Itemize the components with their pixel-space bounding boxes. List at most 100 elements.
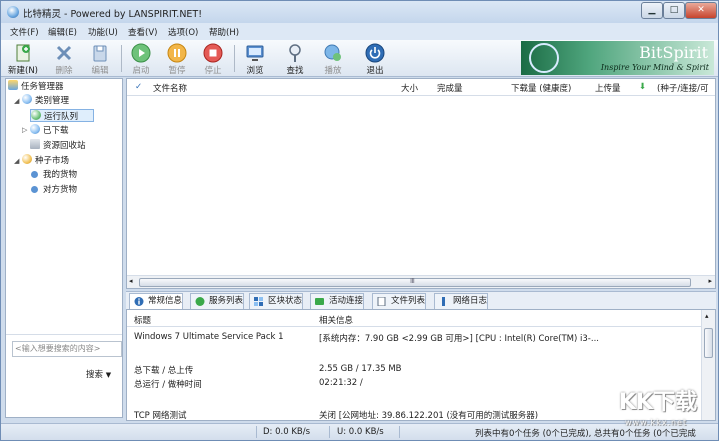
title-bar[interactable]: 比特精灵 - Powered by LANSPIRIT.NET! ▁ □ ✕	[1, 1, 718, 23]
task-list[interactable]: ✓ 文件名称 大小 完成量 下载量 (健康度) 上传量 ⬇ (种子/连接/可 ◂…	[126, 78, 716, 289]
play-icon	[323, 43, 343, 63]
tab-server-list[interactable]: 服务列表	[190, 293, 245, 309]
scroll-left-icon[interactable]: ◂	[129, 277, 133, 285]
bitspirit-logo-icon	[529, 43, 559, 73]
category-icon	[22, 94, 32, 104]
menu-help[interactable]: 帮助(H)	[209, 26, 239, 38]
info-header-title: 标题	[134, 316, 152, 326]
tree-item-task-manager[interactable]: 任务管理器	[8, 80, 64, 93]
column-file-name[interactable]: 文件名称	[153, 82, 187, 94]
scrollbar-thumb[interactable]: Ⅲ	[139, 277, 691, 287]
tab-active-connections[interactable]: 活动连接	[310, 293, 365, 309]
tree-item-my-goods[interactable]: 我的货物	[30, 169, 77, 182]
my-goods-icon	[31, 171, 38, 178]
info-row: Windows 7 Ultimate Service Pack 1 [系统内存：7…	[134, 332, 599, 344]
tree-item-torrent-market[interactable]: ◢ 种子市场	[14, 154, 69, 167]
exit-icon	[365, 43, 385, 63]
menu-options[interactable]: 选项(O)	[168, 26, 198, 38]
column-completed[interactable]: 完成量	[437, 82, 463, 94]
delete-icon	[54, 43, 74, 63]
file-list-icon	[377, 297, 386, 306]
start-button[interactable]: 启动	[124, 41, 158, 76]
info-header-related: 相关信息	[319, 316, 354, 326]
pause-icon	[167, 43, 187, 63]
new-button[interactable]: 新建(N)	[6, 41, 40, 76]
new-icon	[13, 43, 33, 63]
search-button[interactable]: 搜索 ▼	[86, 368, 111, 380]
tab-block-status[interactable]: 区块状态	[249, 293, 304, 309]
menu-edit[interactable]: 编辑(E)	[48, 26, 77, 38]
scroll-right-icon[interactable]: ▸	[708, 277, 712, 285]
app-window: 比特精灵 - Powered by LANSPIRIT.NET! ▁ □ ✕ 文…	[0, 0, 719, 441]
horizontal-scrollbar[interactable]: ◂ Ⅲ ▸	[127, 275, 715, 288]
column-size[interactable]: 大小	[401, 82, 418, 94]
maximize-button[interactable]: □	[663, 2, 685, 19]
brand-name: BitSpirit	[639, 43, 708, 62]
info-row: TCP 网络测试 关闭 [公网地址: 39.86.122.201 (没有可用的测试…	[134, 411, 539, 421]
info-header: 标题 相关信息	[127, 310, 701, 327]
info-row: 总运行 / 做种时间 02:21:32 /	[134, 378, 363, 390]
scrollbar-thumb[interactable]	[704, 328, 713, 358]
down-arrow-icon: ⬇	[639, 82, 647, 92]
find-button[interactable]: 查找	[278, 41, 312, 76]
pause-button[interactable]: 暂停	[160, 41, 194, 76]
info-row: 总下载 / 总上传 2.55 GB / 17.35 MB	[134, 364, 402, 376]
running-queue-icon	[31, 110, 41, 120]
active-connections-icon	[315, 298, 324, 305]
recycle-bin-icon	[30, 139, 40, 149]
tab-general-info[interactable]: 常规信息	[129, 293, 184, 310]
column-uploaded[interactable]: 上传量	[595, 82, 621, 94]
tree-item-running-queue[interactable]: 运行队列	[30, 109, 94, 122]
upload-speed: U: 0.0 KB/s	[337, 427, 384, 437]
info-icon	[134, 297, 144, 306]
browse-button[interactable]: 浏览	[238, 41, 272, 76]
stop-icon	[203, 43, 223, 63]
brand-slogan: Inspire Your Mind & Spirit	[600, 63, 709, 72]
info-row	[127, 394, 701, 407]
find-icon	[285, 43, 305, 63]
download-speed: D: 0.0 KB/s	[263, 427, 311, 437]
menu-function[interactable]: 功能(U)	[88, 26, 118, 38]
scroll-up-icon[interactable]: ▴	[705, 312, 709, 320]
start-icon	[131, 43, 151, 63]
task-tree-panel: 任务管理器 ◢ 类别管理 运行队列 ▷ 已下载 资源回收站 ◢ 种子市场 我的货物 对…	[5, 78, 123, 418]
brand-banner: BitSpirit Inspire Your Mind & Spirit	[521, 41, 714, 75]
column-downloaded[interactable]: 下载量 (健康度)	[511, 82, 571, 94]
torrent-market-icon	[22, 154, 32, 164]
info-row	[127, 348, 701, 361]
task-list-header: ✓ 文件名称 大小 完成量 下载量 (健康度) 上传量 ⬇ (种子/连接/可	[127, 79, 715, 96]
delete-button[interactable]: 删除	[47, 41, 81, 76]
network-log-icon	[442, 297, 445, 306]
search-input[interactable]: <输入想要搜索的内容>	[12, 341, 122, 357]
block-status-icon	[254, 297, 263, 306]
stop-button[interactable]: 停止	[196, 41, 230, 76]
chevron-down-icon: ▼	[105, 371, 112, 379]
edit-button[interactable]: 编辑	[83, 41, 117, 76]
play-button[interactable]: 播放	[316, 41, 350, 76]
browse-icon	[245, 43, 265, 63]
window-title: 比特精灵 - Powered by LANSPIRIT.NET!	[23, 9, 203, 20]
close-button[interactable]: ✕	[685, 2, 717, 19]
checkmark-icon[interactable]: ✓	[135, 82, 142, 92]
menu-bar: 文件(F) 编辑(E) 功能(U) 查看(V) 选项(O) 帮助(H)	[1, 23, 718, 40]
tree-item-category[interactable]: ◢ 类别管理	[14, 94, 69, 107]
task-manager-icon	[8, 80, 18, 90]
watermark: KK下载 www.kkx.net	[619, 390, 698, 427]
tab-network-log[interactable]: 网络日志	[434, 293, 489, 309]
menu-view[interactable]: 查看(V)	[128, 26, 157, 38]
peer-goods-icon	[31, 186, 38, 193]
app-icon	[7, 6, 19, 18]
tree-item-recycle-bin[interactable]: 资源回收站	[30, 139, 86, 152]
server-list-icon	[195, 297, 205, 306]
downloaded-icon	[30, 124, 40, 134]
status-bar: D: 0.0 KB/s U: 0.0 KB/s 列表中有0个任务 (0个已完成)…	[1, 423, 718, 440]
detail-tabs: 常规信息 服务列表 区块状态 活动连接 文件列表 网络日志	[126, 291, 716, 310]
tree-item-peer-goods[interactable]: 对方货物	[30, 184, 77, 197]
tree-item-downloaded[interactable]: ▷ 已下载	[22, 124, 69, 137]
tab-file-list[interactable]: 文件列表	[372, 293, 427, 309]
menu-file[interactable]: 文件(F)	[10, 26, 39, 38]
edit-icon	[90, 43, 110, 63]
exit-button[interactable]: 退出	[358, 41, 392, 76]
column-seeds-connections[interactable]: (种子/连接/可	[657, 82, 709, 94]
minimize-button[interactable]: ▁	[641, 2, 663, 19]
